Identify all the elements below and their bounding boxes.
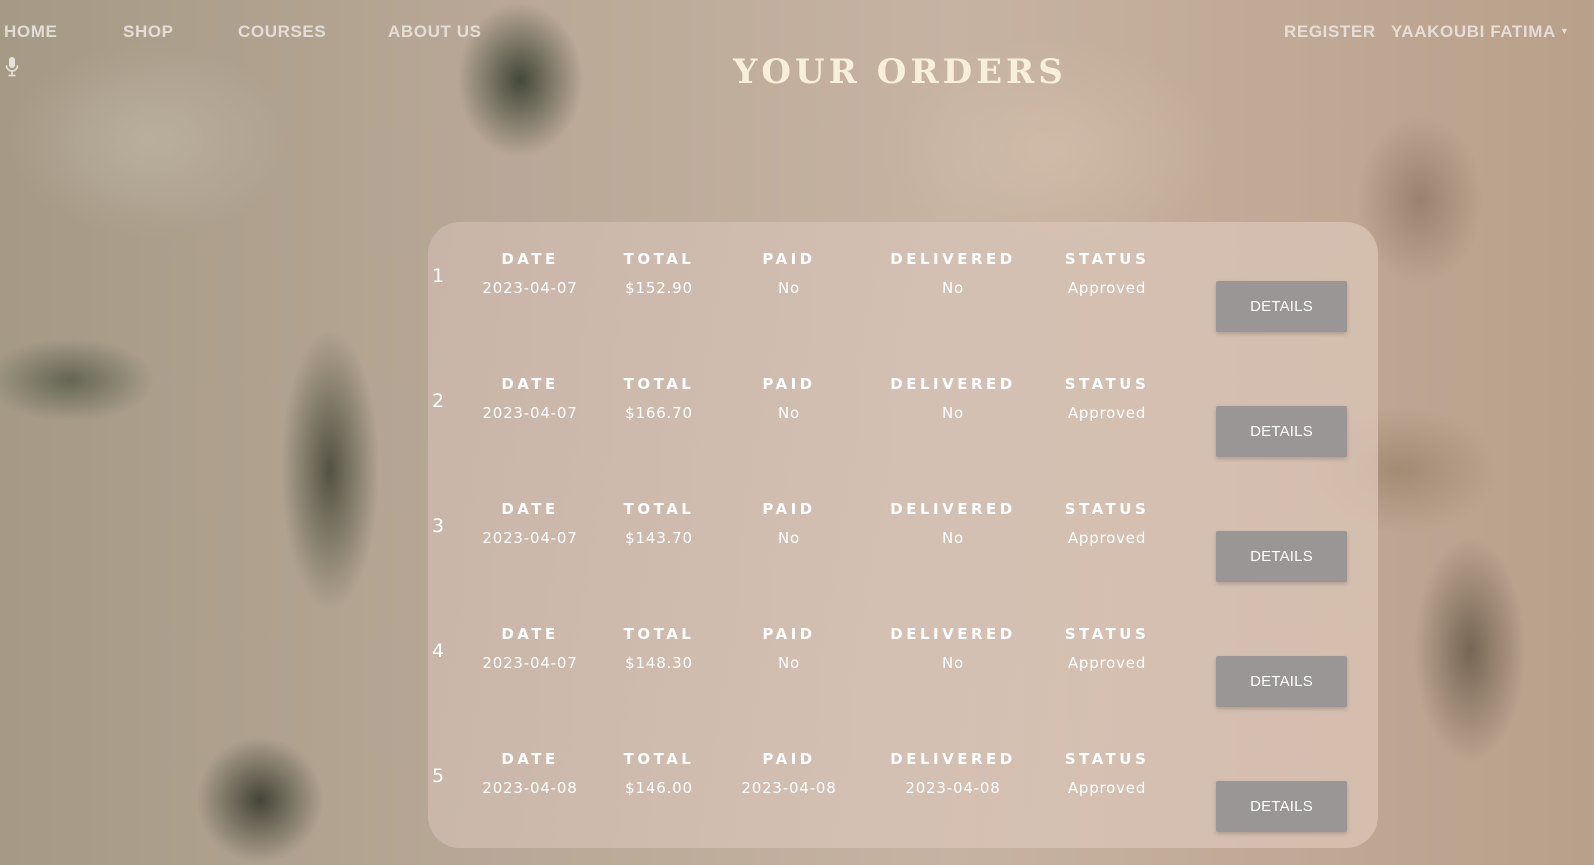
- delivered-label: DELIVERED: [890, 625, 1016, 643]
- paid-value: No: [778, 529, 800, 547]
- order-index: 4: [432, 640, 445, 662]
- paid-label: PAID: [762, 500, 816, 518]
- paid-column: PAID No: [704, 245, 874, 297]
- paid-label: PAID: [762, 250, 816, 268]
- paid-column: PAID No: [704, 495, 874, 547]
- delivered-column: DELIVERED No: [868, 245, 1038, 297]
- delivered-label: DELIVERED: [890, 375, 1016, 393]
- caret-down-icon: ▼: [1559, 26, 1570, 36]
- status-value: Approved: [1067, 779, 1147, 797]
- order-index: 1: [432, 265, 445, 287]
- delivered-value: No: [942, 404, 964, 422]
- paid-value: No: [778, 654, 800, 672]
- status-column: STATUS Approved: [1022, 245, 1192, 297]
- paid-column: PAID No: [704, 620, 874, 672]
- order-row: 5 DATE 2023-04-08 TOTAL $146.00 PAID 202…: [428, 745, 1378, 832]
- status-column: STATUS Approved: [1022, 495, 1192, 547]
- nav-courses-link[interactable]: COURSES: [238, 22, 326, 42]
- status-label: STATUS: [1064, 500, 1150, 518]
- delivered-value: No: [942, 654, 964, 672]
- order-row: 1 DATE 2023-04-07 TOTAL $152.90 PAID No …: [428, 245, 1378, 332]
- nav-home-link[interactable]: HOME: [4, 22, 57, 42]
- delivered-label: DELIVERED: [890, 250, 1016, 268]
- order-index: 3: [432, 515, 445, 537]
- top-nav: HOME SHOP COURSES ABOUT US REGISTER YAAK…: [0, 22, 1594, 46]
- order-row: 2 DATE 2023-04-07 TOTAL $166.70 PAID No …: [428, 370, 1378, 457]
- nav-shop-link[interactable]: SHOP: [123, 22, 174, 42]
- delivered-column: DELIVERED No: [868, 495, 1038, 547]
- paid-label: PAID: [762, 375, 816, 393]
- details-button[interactable]: DETAILS: [1216, 656, 1347, 707]
- status-label: STATUS: [1064, 375, 1150, 393]
- paid-value: No: [778, 404, 800, 422]
- delivered-value: No: [942, 279, 964, 297]
- status-column: STATUS Approved: [1022, 620, 1192, 672]
- delivered-column: DELIVERED 2023-04-08: [868, 745, 1038, 797]
- status-label: STATUS: [1064, 750, 1150, 768]
- delivered-value: No: [942, 529, 964, 547]
- details-button[interactable]: DETAILS: [1216, 531, 1347, 582]
- orders-panel: 1 DATE 2023-04-07 TOTAL $152.90 PAID No …: [428, 222, 1378, 848]
- paid-value: No: [778, 279, 800, 297]
- delivered-label: DELIVERED: [890, 500, 1016, 518]
- microphone-icon[interactable]: [4, 56, 20, 78]
- delivered-value: 2023-04-08: [905, 779, 1001, 797]
- paid-label: PAID: [762, 625, 816, 643]
- delivered-column: DELIVERED No: [868, 620, 1038, 672]
- nav-about-link[interactable]: ABOUT US: [388, 22, 482, 42]
- paid-column: PAID No: [704, 370, 874, 422]
- status-column: STATUS Approved: [1022, 745, 1192, 797]
- status-value: Approved: [1067, 404, 1147, 422]
- status-label: STATUS: [1064, 625, 1150, 643]
- user-menu[interactable]: YAAKOUBI FATIMA ▼: [1391, 22, 1569, 42]
- status-label: STATUS: [1064, 250, 1150, 268]
- status-value: Approved: [1067, 279, 1147, 297]
- delivered-label: DELIVERED: [890, 750, 1016, 768]
- delivered-column: DELIVERED No: [868, 370, 1038, 422]
- status-value: Approved: [1067, 654, 1147, 672]
- status-column: STATUS Approved: [1022, 370, 1192, 422]
- status-value: Approved: [1067, 529, 1147, 547]
- details-button[interactable]: DETAILS: [1216, 781, 1347, 832]
- paid-value: 2023-04-08: [741, 779, 837, 797]
- order-index: 2: [432, 390, 445, 412]
- order-row: 4 DATE 2023-04-07 TOTAL $148.30 PAID No …: [428, 620, 1378, 707]
- paid-column: PAID 2023-04-08: [704, 745, 874, 797]
- nav-register-link[interactable]: REGISTER: [1284, 22, 1376, 42]
- page-title: YOUR ORDERS: [733, 52, 1067, 92]
- details-button[interactable]: DETAILS: [1216, 406, 1347, 457]
- user-name: YAAKOUBI FATIMA: [1391, 22, 1556, 41]
- paid-label: PAID: [762, 750, 816, 768]
- order-row: 3 DATE 2023-04-07 TOTAL $143.70 PAID No …: [428, 495, 1378, 582]
- details-button[interactable]: DETAILS: [1216, 281, 1347, 332]
- order-index: 5: [432, 765, 445, 787]
